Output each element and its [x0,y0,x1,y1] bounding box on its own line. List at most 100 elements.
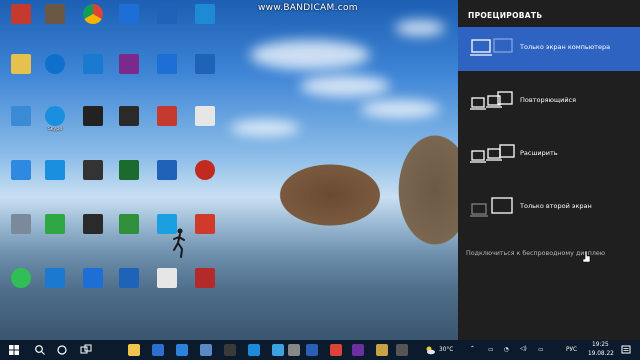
icon-r5c4[interactable] [110,214,148,235]
task-view-icon[interactable] [80,344,92,356]
icon-r1c2[interactable] [36,4,74,25]
mouse-pointer-icon [582,250,591,263]
duplicate-icon [470,91,513,110]
file-icon [157,268,177,288]
icon-r4c2[interactable] [36,160,74,181]
network-app-icon[interactable] [272,344,284,356]
icon-r6c1[interactable] [2,268,40,289]
bandicam-watermark: www.BANDICAM.com [258,3,358,13]
icon-r5c3[interactable] [74,214,112,235]
pc-screen-only-icon [470,38,513,56]
file-explorer-icon[interactable] [128,344,140,356]
cortana-icon[interactable] [56,344,68,356]
search-icon[interactable] [34,344,46,356]
icon-r5c6[interactable] [186,214,224,235]
app-icon [157,160,177,180]
battery-icon[interactable]: ▭ [538,347,543,353]
icon-r4c6[interactable] [186,160,224,181]
folder-icon[interactable] [376,344,388,356]
net-icon [11,160,31,180]
icon-r1c6[interactable] [186,4,224,25]
app-icon [119,54,139,74]
icon-r3c6[interactable] [186,106,224,127]
clock-time[interactable]: 19:25 [592,342,609,348]
icon-r6c4[interactable] [110,268,148,289]
app-icon [157,4,177,24]
photos-icon[interactable] [200,344,212,356]
pdf-icon [195,214,215,234]
option-duplicate[interactable]: Повторяющийся [458,80,640,124]
media-icon[interactable] [288,344,300,356]
icon-r6c2[interactable] [36,268,74,289]
icon-r4c5[interactable] [148,160,186,181]
app-icon[interactable] [352,344,364,356]
icon-r2c2[interactable] [36,54,74,75]
icon-r3c1[interactable] [2,106,40,127]
whatsapp-icon [11,268,31,288]
icon-r4c3[interactable] [74,160,112,181]
app-icon [119,268,139,288]
xbox-icon [119,160,139,180]
edge-icon [45,54,65,74]
option-pc-screen-only[interactable]: Только экран компьютера [458,27,640,71]
option-second-screen-only[interactable]: Только второй экран [458,186,640,230]
chrome-icon[interactable] [330,344,342,356]
file-icon [45,4,65,24]
app-icon [83,268,103,288]
icon-r1c5[interactable] [148,4,186,25]
taskbar: 30°C ⌃ ▭ ◔ ◁) ▭ РУС 19:25 19.08.22 [0,340,640,360]
icon-r6c3[interactable] [74,268,112,289]
panel-title: ПРОЕЦИРОВАТЬ [468,11,543,20]
tray-overflow-icon[interactable]: ⌃ [470,346,475,352]
icon-r2c5[interactable] [148,54,186,75]
icon-r1c1[interactable] [2,4,40,25]
icon-r3c3[interactable] [74,106,112,127]
pc-icon [11,106,31,126]
calculator-icon[interactable] [224,344,236,356]
skype-icon [45,106,65,126]
rec-icon [195,160,215,180]
icon-r2c6[interactable] [186,54,224,75]
weather-icon[interactable] [424,344,436,356]
icon-r1c4[interactable] [110,4,148,25]
app-icon [83,214,103,234]
network-status-icon[interactable]: ◔ [504,347,509,353]
network-icon[interactable]: ▭ [488,347,493,353]
icon-r3c5[interactable] [148,106,186,127]
icon-r1c3[interactable] [74,4,112,25]
word-icon[interactable] [306,344,318,356]
edge-icon[interactable] [248,344,260,356]
icon-r3c4[interactable] [110,106,148,127]
icon-r4c1[interactable] [2,160,40,181]
icon-r6c6[interactable] [186,268,224,289]
app-icon [195,54,215,74]
weather-temperature[interactable]: 30°C [439,347,453,353]
volume-icon[interactable]: ◁) [520,346,527,352]
icon-r5c1[interactable] [2,214,40,235]
icon-r2c3[interactable] [74,54,112,75]
mail-icon[interactable] [176,344,188,356]
icon-r4c4[interactable] [110,160,148,181]
app-icon [119,4,139,24]
game-icon [119,106,139,126]
extend-icon [470,144,515,163]
game-icon [83,106,103,126]
icon-r3c2[interactable]: Skype [36,106,74,132]
icon-r2c1[interactable] [2,54,40,75]
store-icon[interactable] [152,344,164,356]
icon-r2c4[interactable] [110,54,148,75]
language-indicator[interactable]: РУС [566,347,577,353]
file-icon [195,268,215,288]
windows-start-icon[interactable] [8,344,20,356]
clock-date[interactable]: 19.08.22 [588,351,614,357]
settings-icon[interactable] [396,344,408,356]
option-label: Только экран компьютера [520,43,611,51]
notifications-icon[interactable] [620,344,632,356]
app-icon [45,268,65,288]
icon-r5c2[interactable] [36,214,74,235]
app-icon [83,54,103,74]
app-icon [119,214,139,234]
option-extend[interactable]: Расширить [458,133,640,177]
icon-r6c5[interactable] [148,268,186,289]
trash-icon [11,214,31,234]
